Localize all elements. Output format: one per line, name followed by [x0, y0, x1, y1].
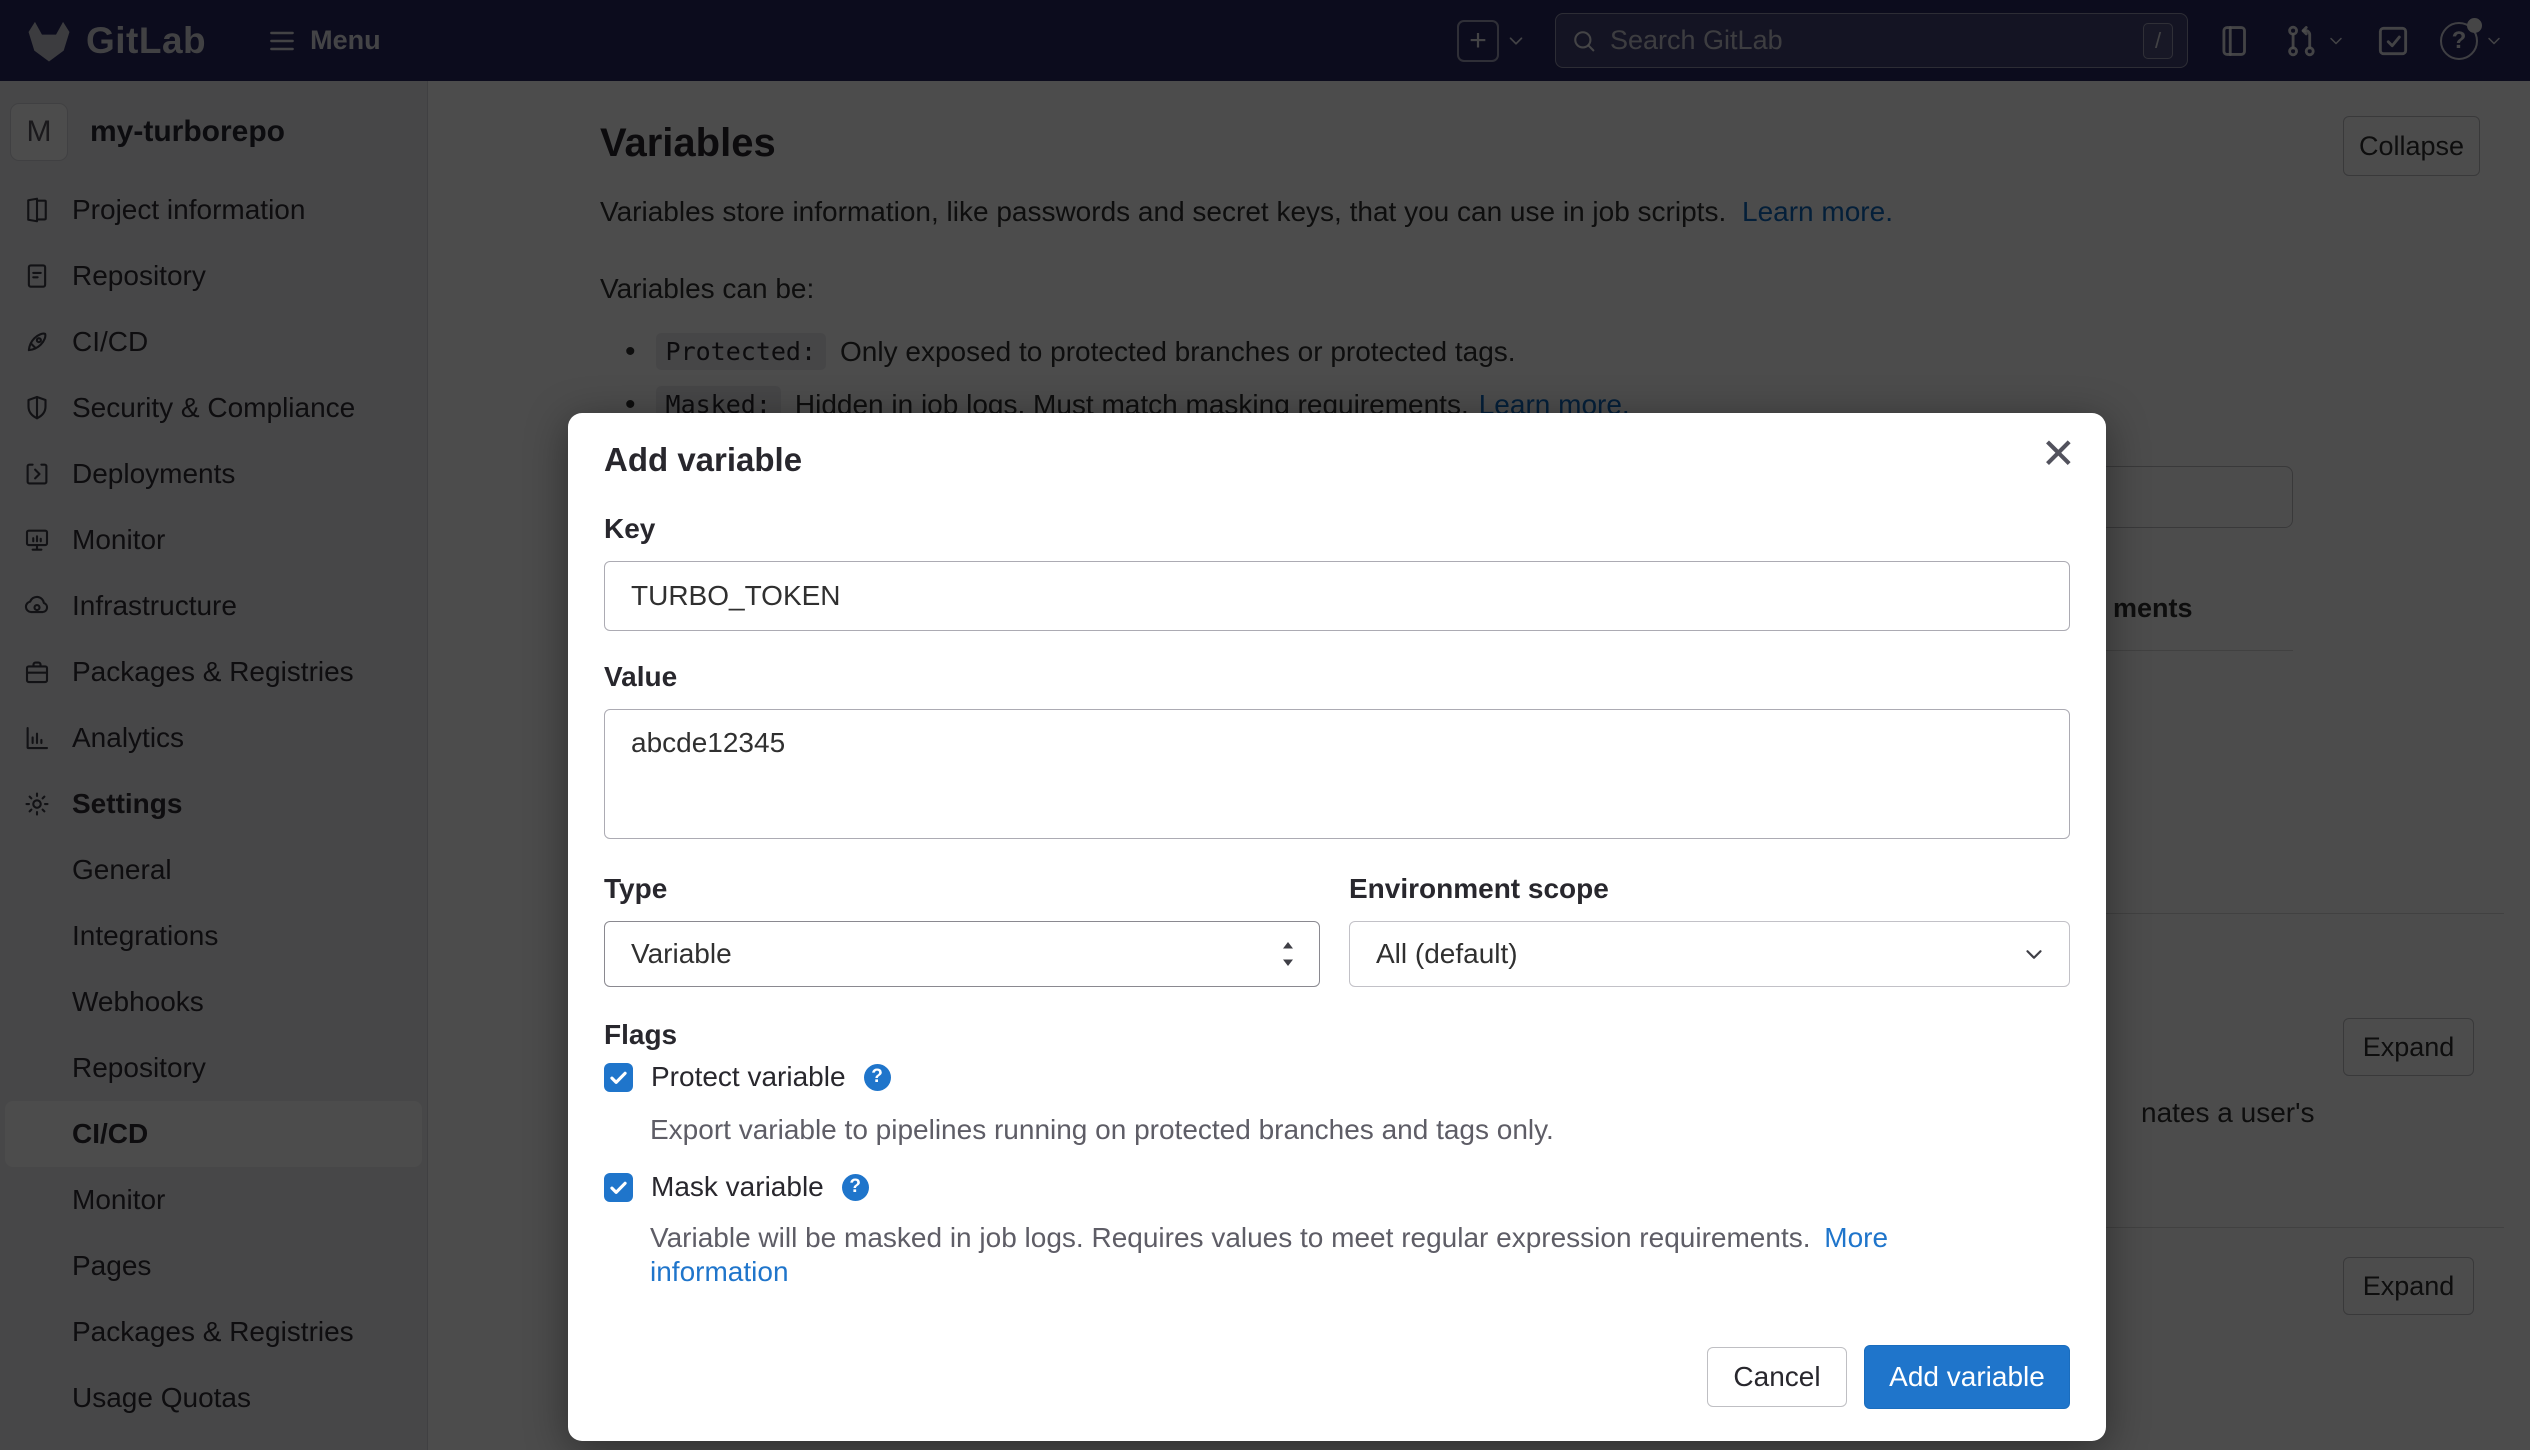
- value-textarea[interactable]: abcde12345: [604, 709, 2070, 839]
- protect-variable-row: Protect variable ?: [604, 1061, 891, 1093]
- mask-variable-row: Mask variable ?: [604, 1171, 869, 1203]
- flags-label: Flags: [604, 1019, 677, 1051]
- chevron-down-icon: [2021, 941, 2047, 967]
- mask-help-icon[interactable]: ?: [842, 1174, 869, 1201]
- value-label: Value: [604, 661, 677, 693]
- mask-variable-description: Variable will be masked in job logs. Req…: [650, 1221, 1972, 1289]
- key-input[interactable]: [604, 561, 2070, 631]
- cancel-button[interactable]: Cancel: [1707, 1347, 1847, 1407]
- type-selected-value: Variable: [631, 938, 732, 970]
- gitlab-app: GitLab Menu + Search GitLab /: [0, 0, 2530, 1450]
- protect-variable-label: Protect variable: [651, 1061, 846, 1093]
- environment-scope-select[interactable]: All (default): [1349, 921, 2070, 987]
- add-variable-modal: Add variable ✕ Key Value abcde12345 Type…: [568, 413, 2106, 1441]
- type-label: Type: [604, 873, 667, 905]
- protect-help-icon[interactable]: ?: [864, 1064, 891, 1091]
- modal-title: Add variable: [604, 441, 802, 479]
- key-label: Key: [604, 513, 655, 545]
- mask-variable-checkbox[interactable]: [604, 1173, 633, 1202]
- protect-variable-checkbox[interactable]: [604, 1063, 633, 1092]
- mask-variable-label: Mask variable: [651, 1171, 824, 1203]
- close-icon[interactable]: ✕: [2041, 433, 2076, 475]
- add-variable-button[interactable]: Add variable: [1864, 1345, 2070, 1409]
- type-select[interactable]: Variable: [604, 921, 1320, 987]
- environment-scope-label: Environment scope: [1349, 873, 1609, 905]
- environment-scope-selected-value: All (default): [1376, 938, 1518, 970]
- updown-arrows-icon: [1279, 938, 1297, 970]
- protect-variable-description: Export variable to pipelines running on …: [650, 1113, 1554, 1147]
